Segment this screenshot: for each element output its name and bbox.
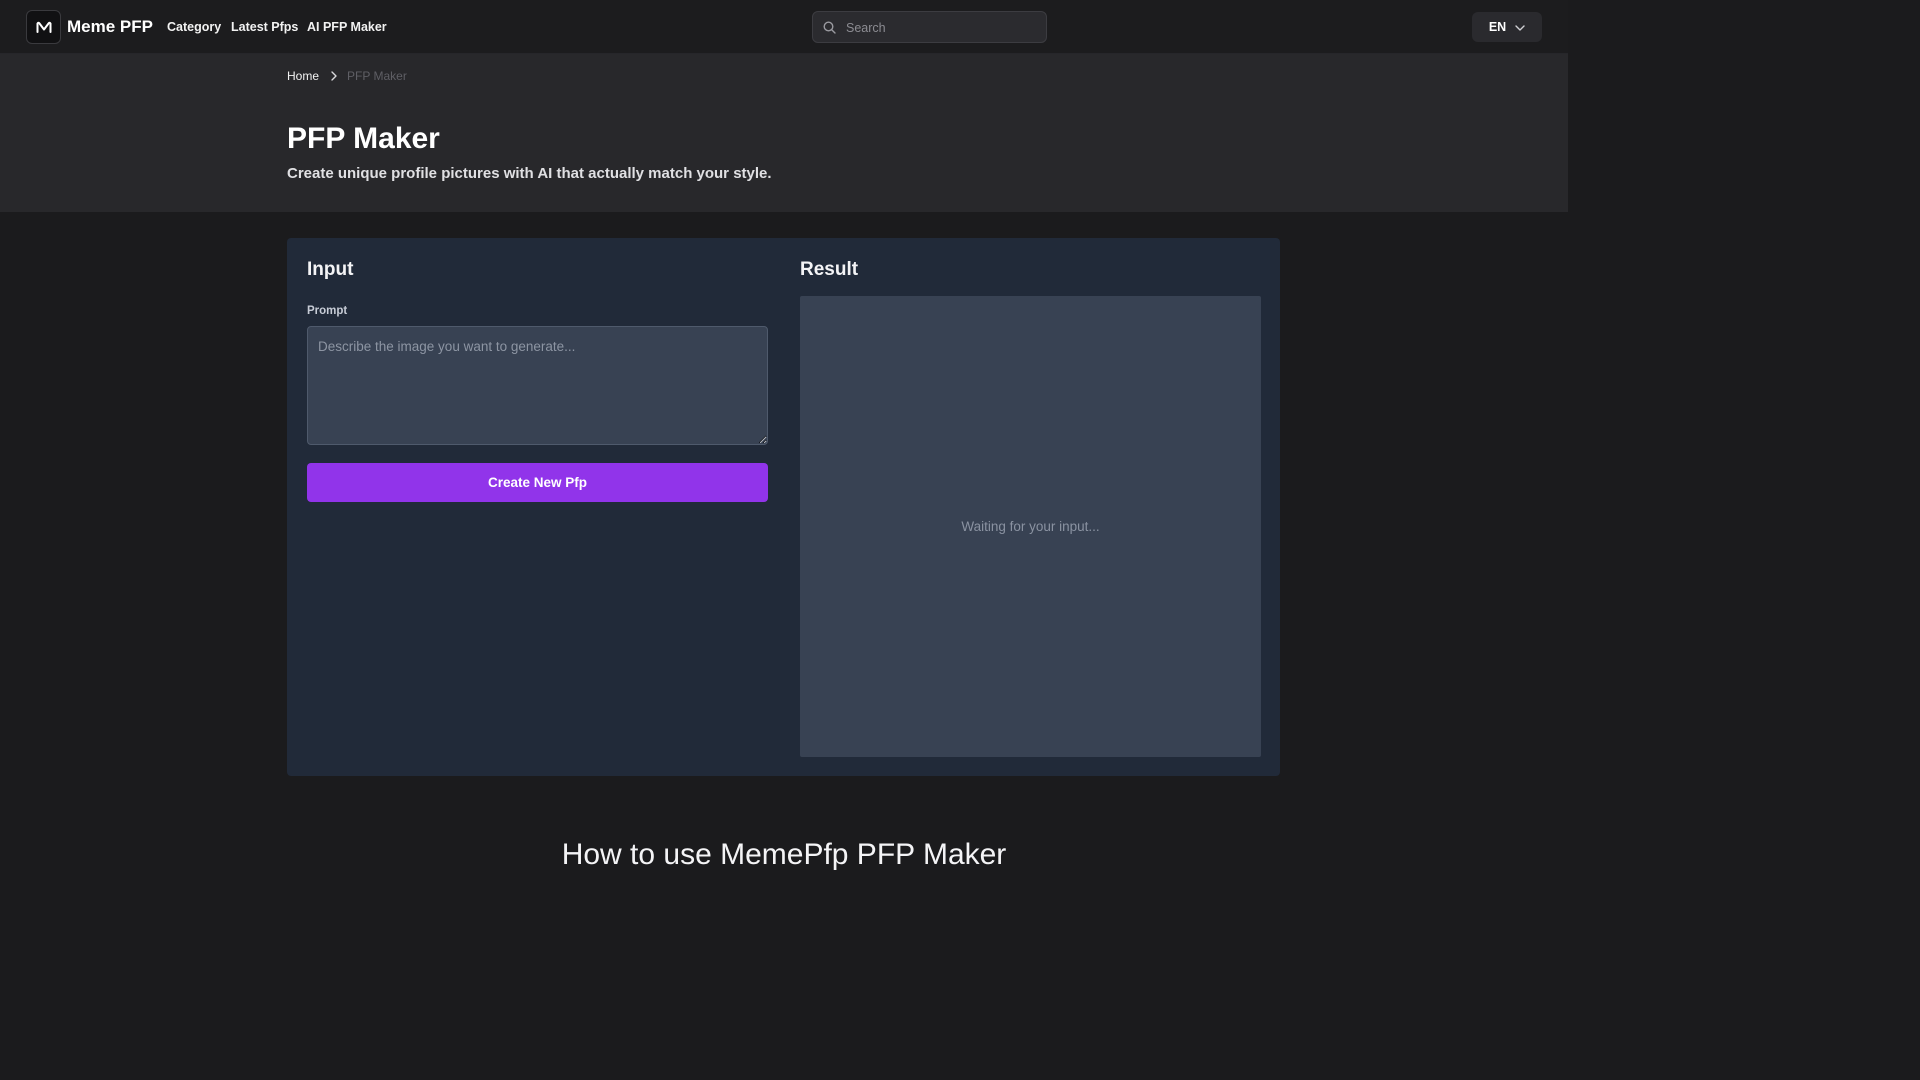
result-section-title: Result xyxy=(800,259,859,280)
result-preview: Waiting for your input... xyxy=(800,296,1261,757)
logo-m-icon xyxy=(36,21,51,33)
how-to-title: How to use MemePfp PFP Maker xyxy=(561,838,1007,871)
language-label: EN xyxy=(1488,20,1507,34)
breadcrumb-home[interactable]: Home xyxy=(287,69,319,83)
nav-latest-pfps[interactable]: Latest Pfps xyxy=(231,20,298,34)
hero-section: Home PFP Maker PFP Maker Create unique p… xyxy=(0,54,1568,212)
prompt-label: Prompt xyxy=(307,305,348,317)
input-section-title: Input xyxy=(307,259,354,280)
search-box[interactable] xyxy=(812,11,1047,43)
result-waiting-text: Waiting for your input... xyxy=(961,519,1100,534)
chevron-down-icon xyxy=(1515,20,1525,34)
chevron-right-icon xyxy=(331,71,337,81)
create-new-pfp-button[interactable]: Create New Pfp xyxy=(307,463,768,502)
language-selector[interactable]: EN xyxy=(1472,12,1542,42)
search-input[interactable] xyxy=(846,18,1036,38)
page-title: PFP Maker xyxy=(287,122,440,155)
brand-name[interactable]: Meme PFP xyxy=(67,17,153,37)
prompt-textarea[interactable] xyxy=(307,326,768,445)
page-subtitle: Create unique profile pictures with AI t… xyxy=(287,165,772,182)
nav-category[interactable]: Category xyxy=(167,20,221,34)
generator-card: Input Prompt Create New Pfp Result Waiti… xyxy=(287,238,1280,776)
breadcrumb-current: PFP Maker xyxy=(347,69,407,83)
logo-icon[interactable] xyxy=(26,10,61,44)
search-icon xyxy=(823,21,836,39)
top-navbar: Meme PFP Category Latest Pfps AI PFP Mak… xyxy=(0,0,1568,54)
nav-ai-pfp-maker[interactable]: AI PFP Maker xyxy=(307,20,387,34)
breadcrumb: Home PFP Maker xyxy=(287,69,407,83)
